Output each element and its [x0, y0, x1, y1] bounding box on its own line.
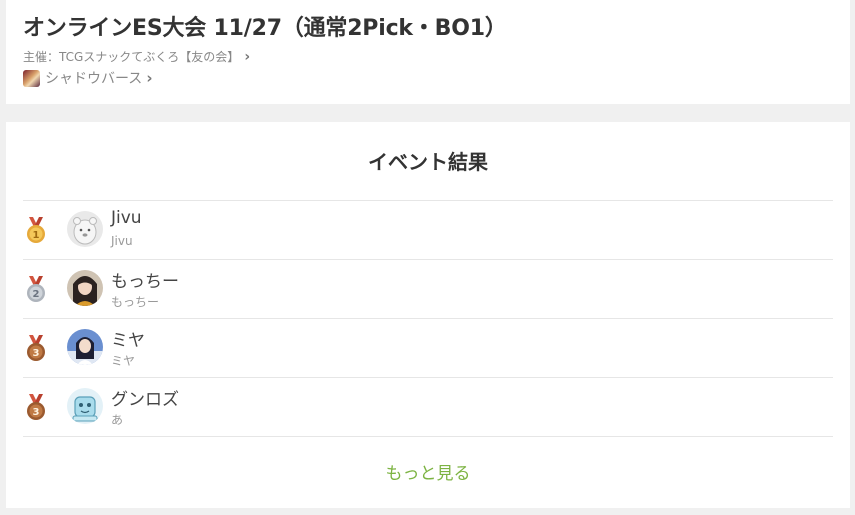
- results-card: イベント結果 1 Jivu Jivu 2 もっちー もっちー 3 ミヤ ミヤ 3…: [6, 122, 850, 508]
- medal-rank: 3: [33, 348, 40, 359]
- rank-row[interactable]: 2 もっちー もっちー: [23, 260, 833, 319]
- rank-list: 1 Jivu Jivu 2 もっちー もっちー 3 ミヤ ミヤ 3 グンロズ あ: [23, 200, 833, 437]
- chevron-right-icon: ›: [146, 69, 153, 87]
- medal-rank: 3: [33, 407, 40, 418]
- chevron-right-icon: ›: [244, 48, 251, 65]
- avatar[interactable]: [67, 388, 103, 424]
- rank-row[interactable]: 1 Jivu Jivu: [23, 201, 833, 260]
- medal-rank: 2: [33, 289, 40, 300]
- event-header-card: オンラインES大会 11/27（通常2Pick・BO1） 主催：TCGスナックて…: [6, 0, 850, 104]
- player-name[interactable]: もっちー: [111, 267, 179, 292]
- player-id: Jivu: [111, 234, 133, 248]
- event-title: オンラインES大会 11/27（通常2Pick・BO1）: [23, 16, 507, 41]
- player-name[interactable]: ミヤ: [111, 326, 145, 351]
- organizer-label: 主催：TCGスナックてぶくろ【友の会】: [23, 50, 240, 64]
- game-label: シャドウバース: [45, 71, 143, 87]
- rank-row[interactable]: 3 ミヤ ミヤ: [23, 319, 833, 378]
- gold-medal-icon: 1: [27, 217, 45, 243]
- avatar[interactable]: [67, 211, 103, 247]
- bronze-medal-icon: 3: [27, 335, 45, 361]
- rank-row[interactable]: 3 グンロズ あ: [23, 378, 833, 437]
- bronze-medal-icon: 3: [27, 394, 45, 420]
- player-id: ミヤ: [111, 354, 136, 368]
- silver-medal-icon: 2: [27, 276, 45, 302]
- player-name[interactable]: グンロズ: [111, 385, 179, 410]
- game-icon: [23, 69, 40, 87]
- medal-rank: 1: [33, 230, 40, 241]
- results-heading: イベント結果: [368, 150, 488, 174]
- show-more-link[interactable]: もっと見る: [23, 459, 833, 484]
- avatar[interactable]: [67, 270, 103, 306]
- player-name[interactable]: Jivu: [111, 208, 142, 228]
- avatar[interactable]: [67, 329, 103, 365]
- game-link[interactable]: シャドウバース ›: [23, 67, 833, 89]
- player-id: あ: [111, 413, 124, 427]
- organizer-link[interactable]: 主催：TCGスナックてぶくろ【友の会】 ›: [23, 48, 833, 65]
- player-id: もっちー: [111, 295, 160, 309]
